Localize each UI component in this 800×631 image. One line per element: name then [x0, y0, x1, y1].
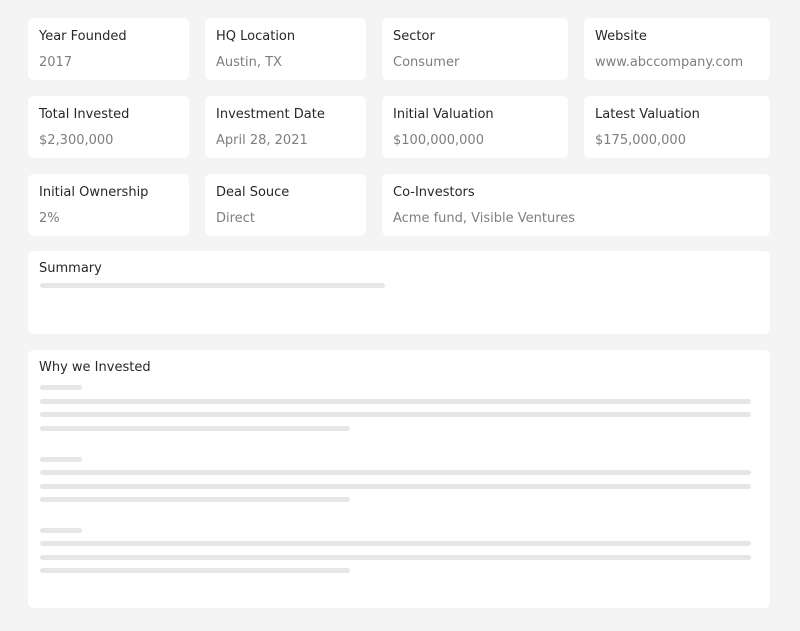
- placeholder-text-line: [40, 484, 751, 489]
- website-label: Website: [595, 29, 647, 44]
- co-investors-value: Acme fund, Visible Ventures: [393, 211, 576, 226]
- placeholder-heading-line: [40, 457, 82, 462]
- summary-title: Summary: [39, 261, 102, 276]
- co-investors-card: Co-Investors Acme fund, Visible Ventures: [382, 174, 770, 236]
- total-invested-value: $2,300,000: [39, 133, 114, 148]
- placeholder-text-line: [40, 497, 350, 502]
- why-invested-title: Why we Invested: [39, 360, 151, 375]
- sector-value: Consumer: [393, 55, 460, 70]
- initial-valuation-value: $100,000,000: [393, 133, 484, 148]
- initial-valuation-card: Initial Valuation $100,000,000: [382, 96, 568, 158]
- initial-ownership-card: Initial Ownership 2%: [28, 174, 189, 236]
- year-founded-value: 2017: [39, 55, 73, 70]
- summary-placeholder-line: [40, 283, 385, 288]
- co-investors-label: Co-Investors: [393, 185, 475, 200]
- latest-valuation-card: Latest Valuation $175,000,000: [584, 96, 770, 158]
- deal-source-card: Deal Souce Direct: [205, 174, 366, 236]
- initial-valuation-label: Initial Valuation: [393, 107, 494, 122]
- website-card: Website www.abccompany.com: [584, 18, 770, 80]
- latest-valuation-value: $175,000,000: [595, 133, 686, 148]
- placeholder-text-line: [40, 399, 751, 404]
- placeholder-text-line: [40, 412, 751, 417]
- investment-date-label: Investment Date: [216, 107, 325, 122]
- hq-location-card: HQ Location Austin, TX: [205, 18, 366, 80]
- website-value[interactable]: www.abccompany.com: [595, 55, 743, 70]
- total-invested-label: Total Invested: [39, 107, 130, 122]
- initial-ownership-label: Initial Ownership: [39, 185, 149, 200]
- placeholder-text-line: [40, 568, 350, 573]
- summary-card: Summary: [28, 251, 770, 334]
- year-founded-card: Year Founded 2017: [28, 18, 189, 80]
- sector-card: Sector Consumer: [382, 18, 568, 80]
- placeholder-heading-line: [40, 528, 82, 533]
- why-invested-card: Why we Invested: [28, 350, 770, 608]
- deal-source-label: Deal Souce: [216, 185, 290, 200]
- latest-valuation-label: Latest Valuation: [595, 107, 700, 122]
- initial-ownership-value: 2%: [39, 211, 60, 226]
- total-invested-card: Total Invested $2,300,000: [28, 96, 189, 158]
- sector-label: Sector: [393, 29, 435, 44]
- placeholder-text-line: [40, 470, 751, 475]
- placeholder-text-line: [40, 555, 751, 560]
- hq-location-value: Austin, TX: [216, 55, 282, 70]
- deal-source-value: Direct: [216, 211, 255, 226]
- investment-date-card: Investment Date April 28, 2021: [205, 96, 366, 158]
- placeholder-heading-line: [40, 385, 82, 390]
- investment-date-value: April 28, 2021: [216, 133, 308, 148]
- placeholder-text-line: [40, 541, 751, 546]
- year-founded-label: Year Founded: [39, 29, 127, 44]
- hq-location-label: HQ Location: [216, 29, 296, 44]
- placeholder-text-line: [40, 426, 350, 431]
